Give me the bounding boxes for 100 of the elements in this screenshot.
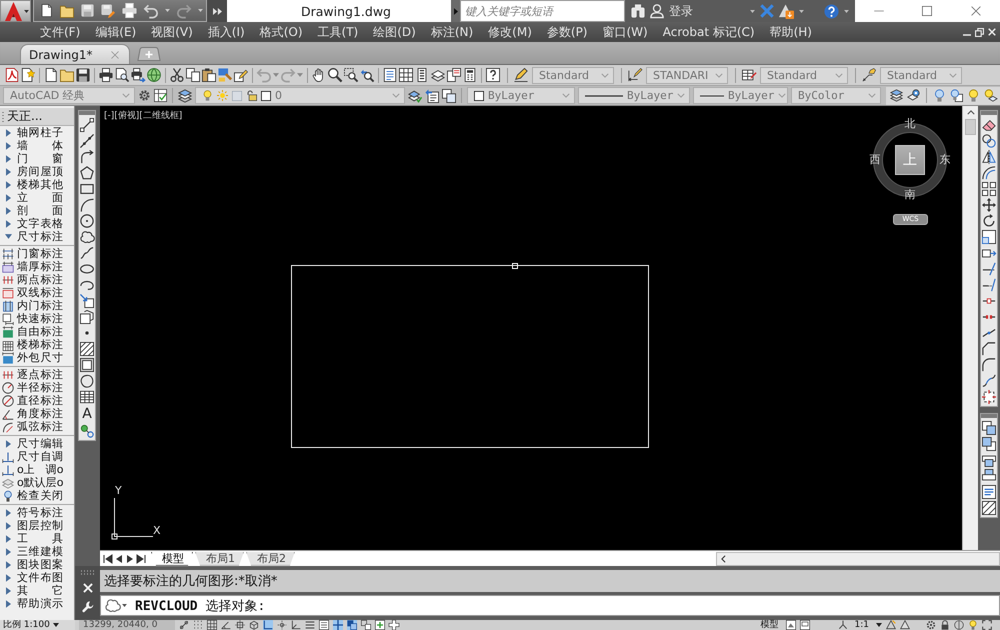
floppy-pencil-icon[interactable] <box>101 4 115 18</box>
menu-item[interactable]: 参数(P) <box>546 24 588 40</box>
ellipse-arc-icon[interactable] <box>80 278 94 292</box>
caret-icon[interactable] <box>750 10 755 12</box>
draw-order-icon[interactable] <box>982 437 996 451</box>
caret-icon[interactable] <box>165 9 170 12</box>
menu-item[interactable]: 门 窗 <box>0 152 74 165</box>
trim-icon[interactable] <box>982 262 996 276</box>
caret-right-icon[interactable] <box>6 522 10 530</box>
lightbulb-sheet-icon[interactable] <box>950 89 963 102</box>
caret-right-icon[interactable] <box>6 180 10 188</box>
lightbulb-icon[interactable] <box>202 90 213 101</box>
hatch-icon[interactable] <box>80 342 94 356</box>
caret-right-icon[interactable] <box>6 206 10 214</box>
double-chevron-icon[interactable] <box>212 8 222 14</box>
document-magnifier-icon[interactable] <box>115 68 129 82</box>
snap-cube-icon[interactable] <box>249 620 259 630</box>
menu-item[interactable]: 格式(O) <box>260 24 303 40</box>
menu-item[interactable]: Acrobat 标记(C) <box>662 24 755 40</box>
document-star-icon[interactable] <box>21 68 35 82</box>
plus-square-icon[interactable] <box>375 620 385 630</box>
polar-angle-icon[interactable] <box>221 620 231 630</box>
markup-sheet-icon[interactable] <box>447 68 461 82</box>
caret-right-icon[interactable] <box>6 154 10 162</box>
dimension-free-icon[interactable] <box>2 326 14 338</box>
line-sample-icon[interactable] <box>700 94 724 98</box>
lightbulb-icon[interactable] <box>933 89 946 102</box>
layout-view-icon[interactable] <box>800 620 810 630</box>
caret-right-icon[interactable] <box>6 600 10 608</box>
hatch-back-icon[interactable] <box>982 501 996 515</box>
pdf-document-icon[interactable] <box>5 68 19 82</box>
annotation-scale-dropdown[interactable]: 1:1 <box>852 620 872 630</box>
properties-list-icon[interactable] <box>319 620 329 630</box>
menu-item[interactable]: 弧弦标注 <box>0 420 74 433</box>
layer-sheets-icon[interactable] <box>178 88 192 102</box>
menu-item[interactable]: 文字表格 <box>0 217 74 230</box>
caret-icon[interactable] <box>198 9 203 12</box>
mirror-triangles-icon[interactable] <box>982 150 996 164</box>
menu-item[interactable]: 文件(F) <box>40 24 80 40</box>
caret-right-icon[interactable] <box>6 534 10 542</box>
menu-item[interactable]: 图层控制 <box>0 519 74 532</box>
layout-tab[interactable]: 布局2 <box>246 552 295 566</box>
menu-item[interactable]: 检查关闭 <box>0 489 74 502</box>
next-icon[interactable] <box>125 554 135 564</box>
annotation-visibility-icon[interactable] <box>886 620 896 630</box>
viewport-controls[interactable]: [-][俯视][二维线框] <box>104 109 182 122</box>
diameter-icon[interactable] <box>2 394 14 406</box>
document-icon[interactable] <box>40 4 53 17</box>
arc-icon[interactable] <box>80 198 94 212</box>
new-tab-icon[interactable] <box>137 47 161 61</box>
move-arrows-icon[interactable] <box>982 198 996 212</box>
folder-icon[interactable] <box>60 4 74 18</box>
printer-icon[interactable] <box>122 3 137 18</box>
selection-cycle-icon[interactable] <box>361 620 371 630</box>
magnifier-arrow-icon[interactable] <box>360 68 374 82</box>
join-icon[interactable] <box>982 326 996 340</box>
fillet-icon[interactable] <box>982 358 996 372</box>
menu-item[interactable]: 尺寸编辑 <box>0 437 74 450</box>
search-field[interactable]: 键入关键字或短语 <box>460 0 625 22</box>
dimension-frame-icon[interactable] <box>2 286 14 298</box>
caret-right-icon[interactable] <box>6 194 10 202</box>
dot-grid-icon[interactable] <box>193 620 203 630</box>
triangle-right-icon[interactable] <box>454 8 458 14</box>
triangle-download-icon[interactable] <box>779 4 794 18</box>
menu-item[interactable]: 房间屋顶 <box>0 165 74 178</box>
caret-right-icon[interactable] <box>6 440 10 448</box>
grid-sheet-icon[interactable] <box>399 68 413 82</box>
right-angle-icon[interactable] <box>263 620 273 630</box>
lightbulb-icon[interactable] <box>968 620 978 630</box>
dimension-icon[interactable] <box>2 248 14 260</box>
menu-item[interactable]: 外包尺寸 <box>0 351 74 364</box>
caret-icon[interactable] <box>799 10 804 12</box>
hardware-icon[interactable] <box>954 620 964 630</box>
point-icon[interactable] <box>85 331 89 335</box>
caret-right-icon[interactable] <box>6 168 10 176</box>
leader-brush-icon[interactable] <box>862 68 876 82</box>
cross-icon[interactable] <box>389 620 399 630</box>
chevron-left-icon[interactable] <box>721 554 726 562</box>
layout-tab[interactable]: 布局1 <box>195 552 244 566</box>
help-icon[interactable] <box>824 4 839 18</box>
scale-squares-icon[interactable] <box>982 230 996 244</box>
layer-stack-icon[interactable] <box>442 88 456 102</box>
menu-item[interactable]: 直径标注 <box>0 394 74 407</box>
cloud-icon[interactable] <box>105 598 120 613</box>
app-logo-icon[interactable] <box>5 2 22 20</box>
dimension-outer-icon[interactable] <box>2 352 14 364</box>
layer-sheets-icon[interactable] <box>890 89 903 102</box>
add-selected-icon[interactable] <box>80 424 94 438</box>
chevron-up-icon[interactable] <box>966 110 974 115</box>
toolbar-grip[interactable] <box>981 414 997 418</box>
menu-item[interactable]: 两点标注 <box>0 273 74 286</box>
line-weight-icon[interactable] <box>305 620 315 630</box>
menu-item[interactable]: 视图(V) <box>151 24 193 40</box>
caret-right-icon[interactable] <box>6 508 10 516</box>
caret-right-icon[interactable] <box>6 548 10 556</box>
menu-item[interactable]: 快速标注 <box>0 312 74 325</box>
model-view-icon[interactable] <box>786 620 796 630</box>
menu-item[interactable]: 尺寸自调 <box>0 450 74 463</box>
ucs-axes-icon[interactable] <box>291 620 301 630</box>
calculator-icon[interactable] <box>463 68 477 82</box>
